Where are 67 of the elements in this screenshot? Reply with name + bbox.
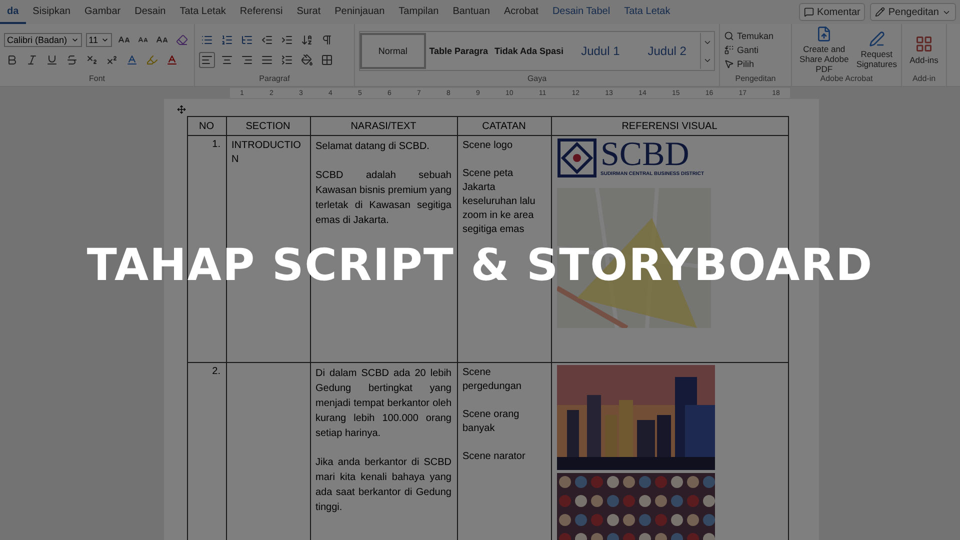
group-label: Paragraf <box>258 74 291 85</box>
scene-note: Scene pergedungan <box>462 366 522 394</box>
style-item[interactable]: Table Paragra <box>426 33 492 69</box>
file-upload-icon <box>816 26 832 42</box>
style-item[interactable]: Normal <box>360 33 426 69</box>
addins-button[interactable]: Add-ins <box>906 35 942 65</box>
replace-icon <box>724 45 734 55</box>
acrobat-command[interactable]: Request Signatures <box>856 31 897 69</box>
font-name-field[interactable]: Calibri (Badan) <box>4 33 82 47</box>
column-header: NO <box>187 116 226 136</box>
pen-icon <box>868 31 885 47</box>
scene-note: Scene orang banyak <box>462 408 520 436</box>
scene-note: Scene narator <box>462 450 526 464</box>
chevron-down-icon <box>101 36 109 44</box>
ribbon-tab[interactable]: Acrobat <box>496 0 546 24</box>
table-move-icon[interactable] <box>176 105 186 114</box>
comment-button[interactable]: Komentar <box>799 3 866 21</box>
editing-command[interactable]: Pilih <box>724 59 787 69</box>
ornament-logo-icon <box>556 138 596 178</box>
ribbon-tab[interactable]: Surat <box>290 0 328 24</box>
row-number: 1. <box>211 139 220 150</box>
search-icon <box>724 31 734 41</box>
ribbon-tab[interactable]: Desain <box>128 0 173 24</box>
group-label: Gaya <box>526 74 548 85</box>
group-label: Pengeditan <box>734 74 777 85</box>
narration-paragraph: Selamat datang di SCBD. <box>316 140 430 154</box>
style-item[interactable]: Tidak Ada Spasi <box>492 33 567 69</box>
ribbon-tab[interactable]: Gambar <box>77 0 128 24</box>
align-left-icon[interactable] <box>199 52 215 68</box>
narration-paragraph: Di dalam SCBD ada 20 lebih Gedung bertingkat yang menjadi tempat berkantor oleh kurang lebih 100.000 orang setiap harinya. <box>316 367 452 441</box>
column-header: NARASI/TEXT <box>310 116 457 136</box>
ribbon-tab[interactable]: Sisipkan <box>26 0 78 24</box>
shading-icon[interactable] <box>299 52 315 68</box>
ribbon-tab[interactable]: Peninjauan <box>328 0 392 24</box>
editing-command[interactable]: Ganti <box>724 45 787 55</box>
narration-paragraph: SCBD adalah sebuah Kawasan bisnis premium yang terletak di Kawasan segitiga emas di Jakarta. <box>316 169 452 228</box>
style-item[interactable]: Judul 1 <box>566 33 634 69</box>
section-name: INTRODUCTION <box>232 139 302 167</box>
clear-format-icon[interactable] <box>174 32 190 48</box>
ribbon-tab[interactable]: Bantuan <box>446 0 497 24</box>
column-header: CATATAN <box>457 116 551 136</box>
group-label: Font <box>88 74 106 85</box>
logo-title: SCBD <box>600 139 690 171</box>
borders-icon[interactable] <box>319 52 335 68</box>
ribbon-tab[interactable]: Tata Letak <box>617 0 678 24</box>
ribbon-tab[interactable]: Desain Tabel <box>545 0 618 24</box>
ribbon-tab[interactable]: Tampilan <box>392 0 446 24</box>
style-item[interactable]: Judul 2 <box>634 33 700 69</box>
ribbon-tab[interactable]: Referensi <box>232 0 290 24</box>
scene-note: Scene logo <box>462 139 514 153</box>
pointer-icon <box>724 59 734 69</box>
group-label: Adobe Acrobat <box>819 74 874 85</box>
font-size-field[interactable]: 11 <box>86 33 112 47</box>
editing-command[interactable]: Temukan <box>724 31 787 41</box>
pencil-icon <box>875 7 886 17</box>
ribbon-tab[interactable]: Tata Letak <box>172 0 233 24</box>
scene-note: Scene peta Jakarta keseluruhan lalu zoom in ke area segitiga emas <box>462 167 536 237</box>
narration-paragraph: Jika anda berkantor di SCBD mari kita kenali bahaya yang ada saat berkantor di Gedung tinggi. <box>316 456 452 515</box>
grid-icon <box>915 35 933 53</box>
column-header: SECTION <box>226 116 310 136</box>
acrobat-command[interactable]: Create and Share Adobe PDF <box>796 26 852 74</box>
column-header: REFERENSI VISUAL <box>551 116 788 136</box>
speech-bubble-icon <box>804 7 814 17</box>
group-label: Add-in <box>911 74 937 85</box>
editing-mode-button[interactable]: Pengeditan <box>870 3 956 21</box>
chevron-down-icon <box>70 36 79 44</box>
row-number: 2. <box>211 366 220 377</box>
